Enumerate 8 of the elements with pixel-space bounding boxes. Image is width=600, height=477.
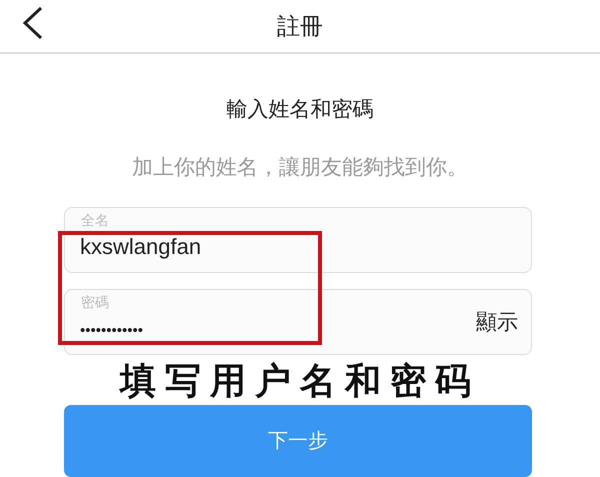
page-title: 註冊 xyxy=(277,12,323,41)
show-password-button[interactable]: 顯示 xyxy=(476,307,518,338)
back-icon xyxy=(22,6,44,40)
form-heading: 輸入姓名和密碼 xyxy=(226,97,374,123)
annotation-caption: 填写用户名和密码 xyxy=(118,363,481,399)
name-field[interactable]: 全名 kxswlangfan xyxy=(64,207,532,273)
form-subtitle: 加上你的姓名，讓朋友能夠找到你。 xyxy=(131,154,469,180)
back-button[interactable] xyxy=(22,6,44,40)
